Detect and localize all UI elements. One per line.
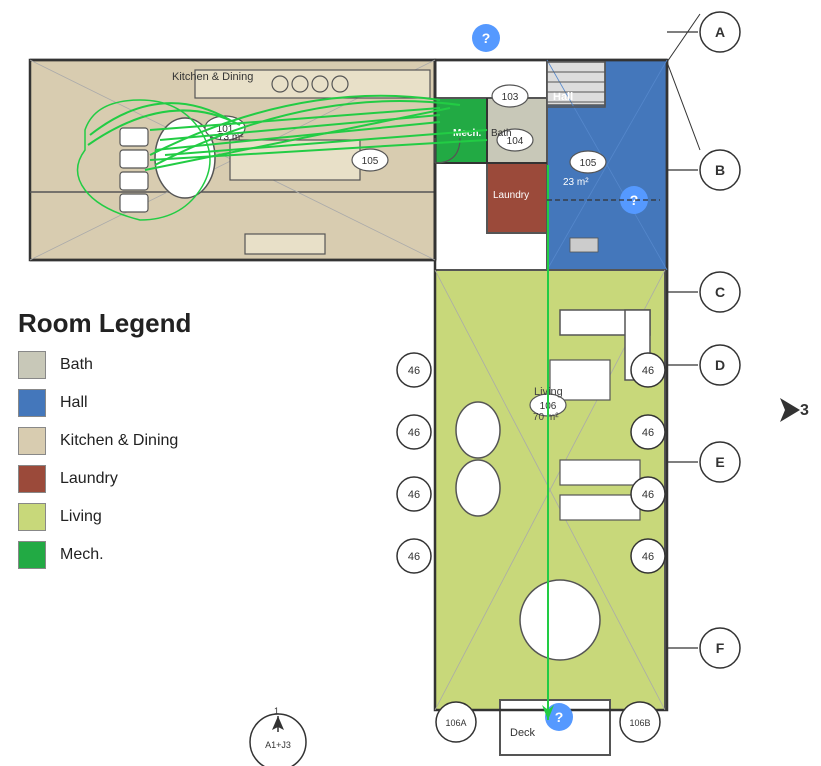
svg-text:46: 46 (408, 427, 420, 439)
legend-label-living: Living (60, 508, 102, 526)
svg-text:46: 46 (642, 365, 654, 377)
svg-text:103: 103 (502, 92, 519, 103)
svg-text:?: ? (555, 709, 564, 725)
svg-text:46: 46 (642, 427, 654, 439)
svg-text:Hall: Hall (553, 91, 573, 103)
legend-label-bath: Bath (60, 356, 93, 374)
svg-text:?: ? (482, 30, 491, 46)
legend-label-mech: Mech. (60, 546, 104, 564)
svg-text:F: F (716, 640, 725, 656)
legend-item-bath: Bath (18, 351, 298, 379)
legend-label-kitchen: Kitchen & Dining (60, 432, 178, 450)
legend-item-mech: Mech. (18, 541, 298, 569)
floor-plan: DN A B C D E F (0, 0, 821, 766)
svg-text:106B: 106B (629, 718, 650, 728)
svg-text:A1+J3: A1+J3 (265, 740, 291, 750)
legend-label-hall: Hall (60, 394, 88, 412)
svg-text:46: 46 (642, 551, 654, 563)
svg-text:46: 46 (408, 365, 420, 377)
svg-text:1: 1 (274, 706, 279, 716)
svg-text:3: 3 (800, 402, 809, 419)
svg-text:E: E (715, 454, 724, 470)
svg-text:Kitchen & Dining: Kitchen & Dining (172, 71, 253, 83)
legend-color-hall (18, 389, 46, 417)
svg-text:D: D (715, 357, 725, 373)
legend-color-bath (18, 351, 46, 379)
svg-text:B: B (715, 162, 725, 178)
legend-color-laundry (18, 465, 46, 493)
legend-item-laundry: Laundry (18, 465, 298, 493)
legend-color-living (18, 503, 46, 531)
svg-text:C: C (715, 284, 725, 300)
svg-text:23 m²: 23 m² (563, 177, 589, 188)
svg-text:46: 46 (642, 489, 654, 501)
legend-item-hall: Hall (18, 389, 298, 417)
svg-text:Deck: Deck (510, 727, 536, 739)
legend-color-mech (18, 541, 46, 569)
legend-title: Room Legend (18, 308, 298, 339)
svg-text:105: 105 (362, 156, 379, 167)
legend-item-living: Living (18, 503, 298, 531)
svg-text:46: 46 (408, 489, 420, 501)
svg-text:105: 105 (580, 158, 597, 169)
svg-text:46: 46 (408, 551, 420, 563)
svg-text:Mech.: Mech. (453, 128, 482, 139)
svg-text:70 m²: 70 m² (533, 412, 559, 423)
svg-text:A: A (715, 24, 725, 40)
room-legend: Room Legend Bath Hall Kitchen & Dining L… (18, 298, 298, 589)
legend-color-kitchen (18, 427, 46, 455)
svg-text:Bath: Bath (491, 128, 512, 139)
svg-text:Laundry: Laundry (493, 190, 529, 201)
svg-text:106A: 106A (445, 718, 466, 728)
legend-label-laundry: Laundry (60, 470, 118, 488)
legend-item-kitchen: Kitchen & Dining (18, 427, 298, 455)
